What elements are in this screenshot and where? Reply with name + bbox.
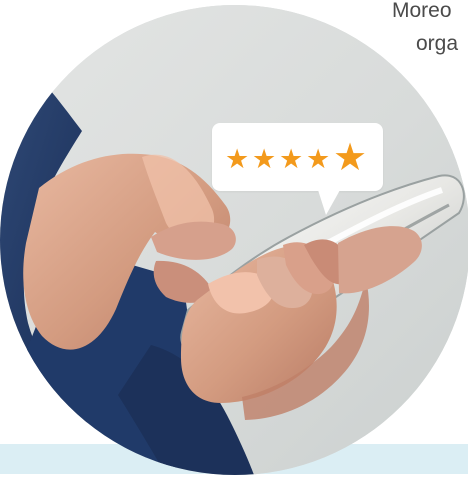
star-icon: ★	[225, 144, 250, 175]
star-icon: ★	[252, 144, 277, 175]
star-icon: ★	[306, 144, 331, 175]
photo-illustration	[0, 5, 468, 475]
circular-photo: ★ ★ ★ ★ ★	[0, 5, 468, 475]
rating-speech-bubble: ★ ★ ★ ★ ★	[212, 123, 383, 215]
star-icon: ★	[279, 144, 304, 175]
star-icon: ★	[333, 135, 368, 179]
page-text-top: Moreo	[392, 0, 452, 22]
page-text-bottom: orga	[416, 32, 459, 55]
star-rating: ★ ★ ★ ★ ★	[225, 138, 375, 176]
